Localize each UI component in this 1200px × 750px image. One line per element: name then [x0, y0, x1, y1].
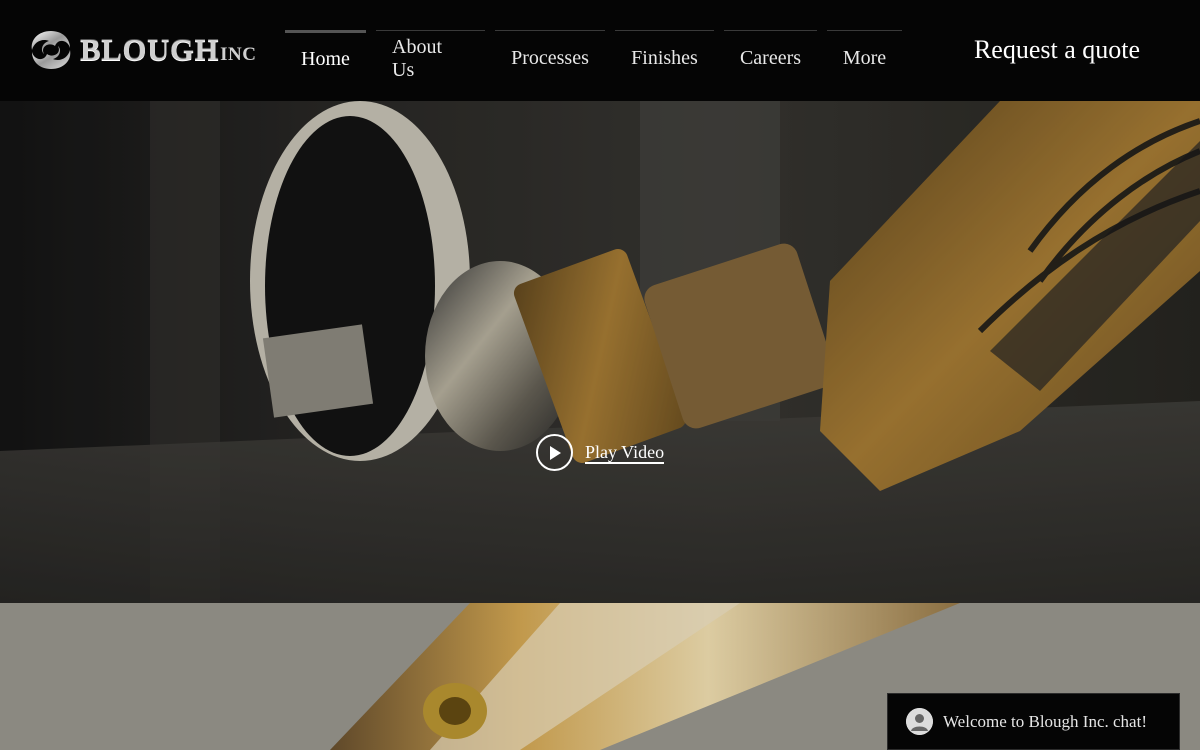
nav-item-processes[interactable]: Processes [495, 30, 605, 78]
hero-video: Play Video [0, 101, 1200, 603]
chat-welcome-text: Welcome to Blough Inc. chat! [943, 711, 1147, 731]
nav-item-finishes[interactable]: Finishes [615, 30, 714, 78]
nav-item-careers[interactable]: Careers [724, 30, 817, 78]
robot-arm-video-frame [0, 101, 1200, 603]
play-video-button[interactable]: Play Video [536, 434, 665, 471]
logo-wordmark: BLOUGH [80, 32, 220, 67]
site-logo[interactable]: BLOUGH INC [28, 28, 256, 72]
play-video-label: Play Video [585, 441, 665, 464]
swirl-logo-icon [31, 31, 71, 69]
play-icon [536, 434, 573, 471]
chat-widget[interactable]: Welcome to Blough Inc. chat! [887, 693, 1180, 750]
nav-item-more[interactable]: More [827, 30, 902, 78]
user-avatar-icon [906, 708, 933, 735]
nav-item-about-us[interactable]: About Us [376, 30, 485, 81]
logo-suffix: INC [220, 44, 257, 65]
nav-item-home[interactable]: Home [285, 30, 366, 78]
site-header: BLOUGH INC Home About Us Processes Finis… [0, 0, 1200, 101]
main-nav: Home About Us Processes Finishes Careers… [285, 30, 912, 81]
request-quote-button[interactable]: Request a quote [952, 28, 1162, 72]
